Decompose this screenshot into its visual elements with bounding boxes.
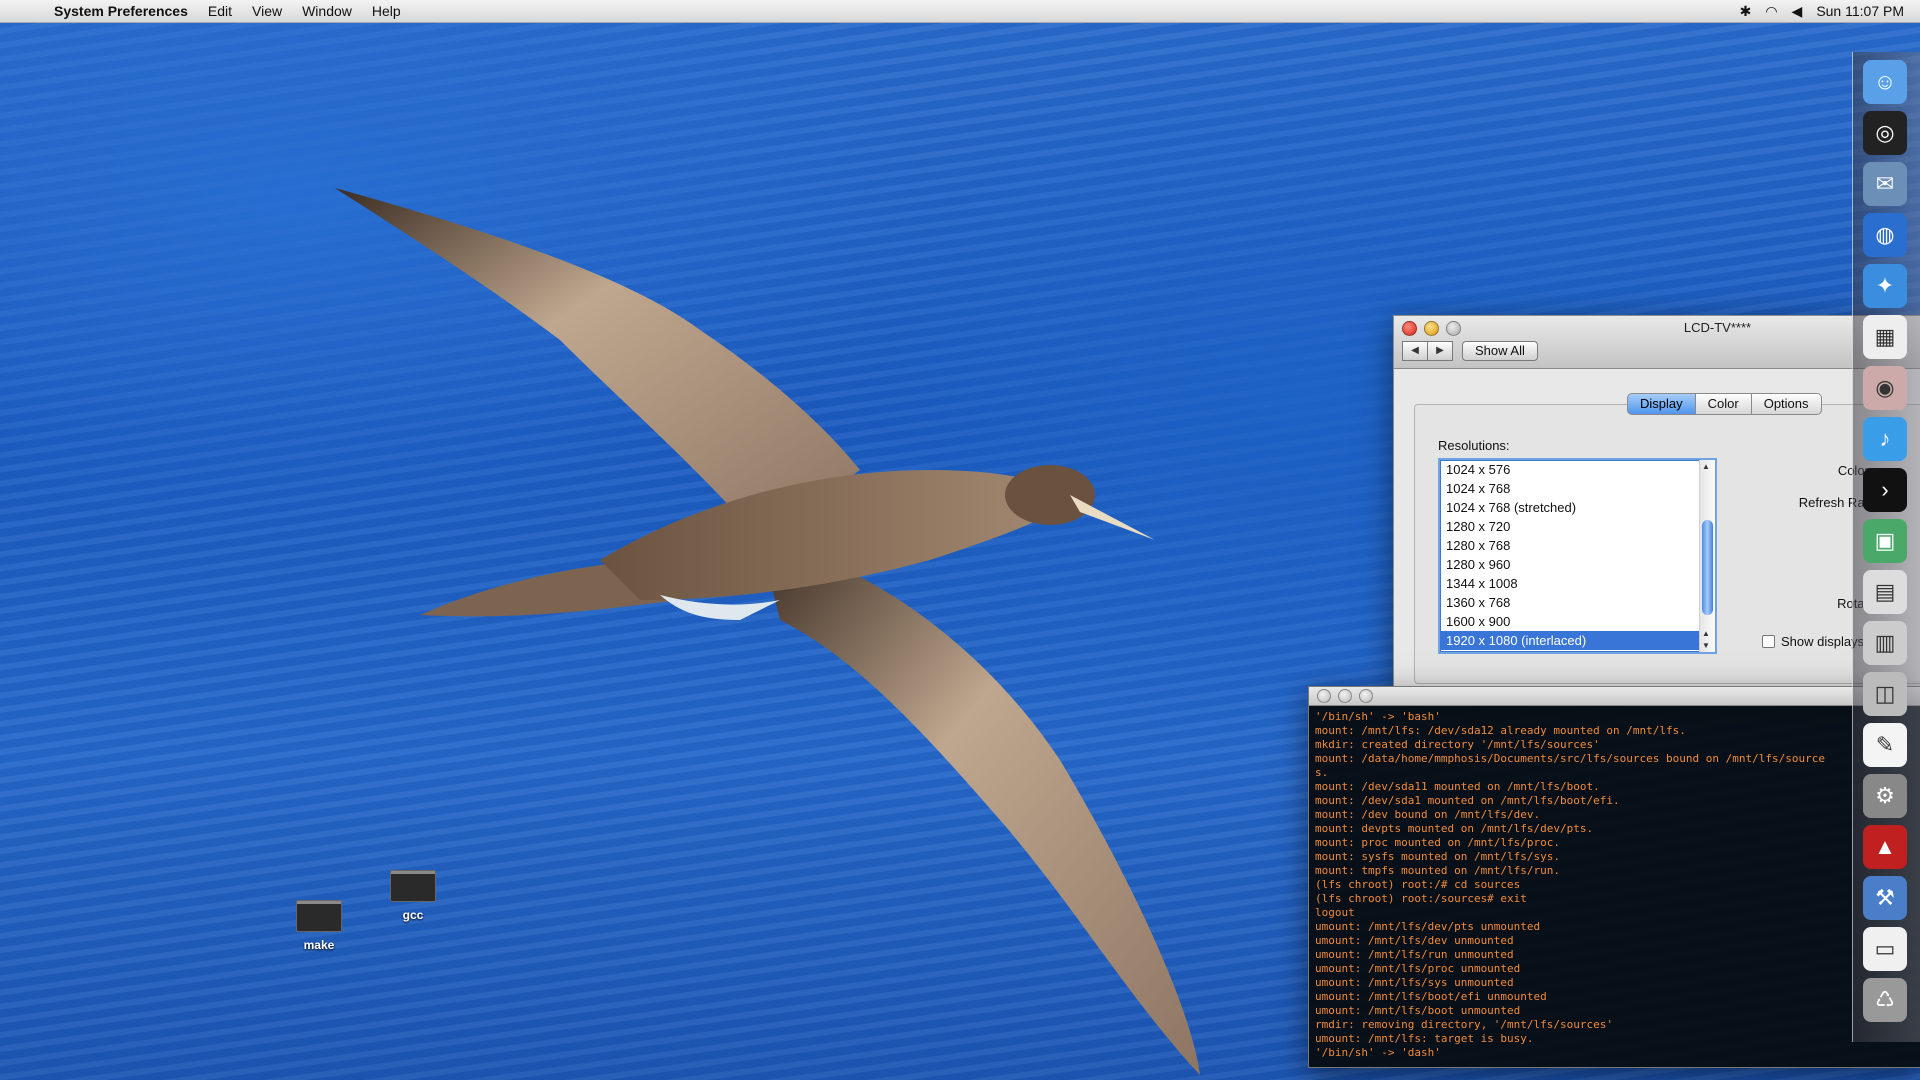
scroll-up-icon[interactable]: ▲ (1702, 629, 1710, 638)
terminal-line: umount: /mnt/lfs/boot/efi unmounted (1315, 990, 1547, 1003)
terminal-line: s. (1315, 766, 1329, 779)
back-arrow-icon[interactable]: ◀ (1402, 341, 1428, 361)
desktop-icon-make[interactable]: make (284, 900, 354, 952)
list-item[interactable]: 1344 x 1008 (1440, 574, 1715, 593)
terminal-line: '/bin/sh' -> 'dash' (1315, 1046, 1441, 1059)
desktop-icon-label: gcc (402, 908, 424, 922)
terminal-output[interactable]: '/bin/sh' -> 'bash' mount: /mnt/lfs: /dev… (1309, 706, 1920, 1066)
tab-color[interactable]: Color (1695, 393, 1752, 415)
terminal-line: logout (1315, 906, 1355, 919)
terminal-line: mount: /data/home/mmphosis/Documents/src… (1315, 752, 1825, 765)
list-item[interactable]: 1280 x 720 (1440, 517, 1715, 536)
trash-icon[interactable]: ♺ (1863, 978, 1907, 1022)
scrollbar-thumb[interactable] (1702, 520, 1713, 615)
resolutions-list[interactable]: 1024 x 576 1024 x 768 1024 x 768 (stretc… (1438, 458, 1717, 654)
menu-clock[interactable]: Sun 11:07 PM (1816, 3, 1904, 19)
terminal-line: rmdir: removing directory, '/mnt/lfs/sou… (1315, 1018, 1614, 1031)
resolutions-label: Resolutions: (1438, 438, 1510, 453)
terminal-line: (lfs chroot) root:/# cd sources (1315, 878, 1521, 891)
list-item-selected[interactable]: 1920 x 1080 (interlaced) (1440, 631, 1715, 650)
menu-bar: System Preferences Edit View Window Help… (0, 0, 1920, 23)
display-preferences-window: LCD-TV**** ◀ ▶ Show All Display Color Op… (1393, 315, 1920, 704)
tab-bar: Display Color Options (1627, 393, 1822, 415)
tab-options[interactable]: Options (1751, 393, 1822, 415)
printer-icon[interactable]: ▤ (1863, 570, 1907, 614)
wifi-icon[interactable]: ◠ (1765, 3, 1777, 20)
terminal-line: mount: /dev/sda1 mounted on /mnt/lfs/boo… (1315, 794, 1620, 807)
list-item[interactable]: 1024 x 576 (1440, 460, 1715, 479)
window-titlebar[interactable]: LCD-TV**** ◀ ▶ Show All (1394, 316, 1920, 369)
terminal-line: mount: tmpfs mounted on /mnt/lfs/run. (1315, 864, 1561, 877)
terminal-document-icon (296, 900, 342, 932)
terminal-line: mount: /mnt/lfs: /dev/sda12 already moun… (1315, 724, 1686, 737)
textedit-icon[interactable]: ✎ (1863, 723, 1907, 767)
desktop-icon-gcc[interactable]: gcc (378, 870, 448, 922)
list-item[interactable]: 1024 x 768 (1440, 479, 1715, 498)
menu-app-name[interactable]: System Preferences (54, 3, 188, 19)
mail-icon[interactable]: ✉ (1863, 162, 1907, 206)
list-item[interactable]: 1360 x 768 (1440, 593, 1715, 612)
show-displays-checkbox[interactable]: Show displays (1762, 634, 1864, 649)
menu-window[interactable]: Window (302, 3, 352, 19)
terminal-line: (lfs chroot) root:/sources# exit (1315, 892, 1527, 905)
terminal-line: '/bin/sh' -> 'bash' (1315, 710, 1441, 723)
tab-display[interactable]: Display (1627, 393, 1696, 415)
scroll-up-icon[interactable]: ▲ (1702, 462, 1710, 471)
list-item[interactable]: 1280 x 768 (1440, 536, 1715, 555)
terminal-line: umount: /mnt/lfs/dev unmounted (1315, 934, 1514, 947)
xcode-icon[interactable]: ⚒ (1863, 876, 1907, 920)
terminal-window[interactable]: '/bin/sh' -> 'bash' mount: /mnt/lfs: /dev… (1308, 686, 1920, 1068)
terminal-line: umount: /mnt/lfs/dev/pts unmounted (1315, 920, 1541, 933)
terminal-document-icon (390, 870, 436, 902)
dock: ☺ ◎ ✉ ◍ ✦ ▦ ◉ ♪ › ▣ ▤ ▥ ◫ ✎ ⚙ ▲ ⚒ ▭ ♺ (1852, 52, 1920, 1042)
list-item[interactable]: 1600 x 900 (1440, 612, 1715, 631)
desktop-icon-label: make (303, 938, 335, 952)
checkbox-box[interactable] (1762, 635, 1775, 648)
browser-globe-icon[interactable]: ◍ (1863, 213, 1907, 257)
list-item[interactable]: 1280 x 960 (1440, 555, 1715, 574)
terminal-line: mount: proc mounted on /mnt/lfs/proc. (1315, 836, 1561, 849)
forward-arrow-icon[interactable]: ▶ (1428, 341, 1453, 361)
terminal-line: mount: devpts mounted on /mnt/lfs/dev/pt… (1315, 822, 1594, 835)
terminal-line: umount: /mnt/lfs/boot unmounted (1315, 1004, 1521, 1017)
calendar-icon[interactable]: ▦ (1863, 315, 1907, 359)
terminal-titlebar[interactable] (1309, 687, 1920, 706)
terminal-line: umount: /mnt/lfs/sys unmounted (1315, 976, 1514, 989)
preview-icon[interactable]: ▣ (1863, 519, 1907, 563)
menu-help[interactable]: Help (372, 3, 401, 19)
chair-icon[interactable]: ▲ (1863, 825, 1907, 869)
volume-icon[interactable]: ◀ (1792, 3, 1803, 20)
menu-edit[interactable]: Edit (208, 3, 232, 19)
photo-booth-icon[interactable]: ◉ (1863, 366, 1907, 410)
show-all-button[interactable]: Show All (1462, 341, 1538, 361)
terminal-line: mount: /dev/sda11 mounted on /mnt/lfs/bo… (1315, 780, 1600, 793)
terminal-line: mkdir: created directory '/mnt/lfs/sourc… (1315, 738, 1600, 751)
system-preferences-icon[interactable]: ⚙ (1863, 774, 1907, 818)
terminal-icon[interactable]: › (1863, 468, 1907, 512)
dashboard-icon[interactable]: ◎ (1863, 111, 1907, 155)
camera-icon[interactable]: ◫ (1863, 672, 1907, 716)
terminal-line: mount: sysfs mounted on /mnt/lfs/sys. (1315, 850, 1561, 863)
document-icon[interactable]: ▭ (1863, 927, 1907, 971)
bluetooth-icon[interactable]: ✱ (1740, 3, 1752, 20)
list-scrollbar[interactable]: ▲ ▲ ▼ (1699, 460, 1715, 652)
terminal-line: umount: /mnt/lfs/run unmounted (1315, 948, 1514, 961)
terminal-line: umount: /mnt/lfs: target is busy. (1315, 1032, 1534, 1045)
zoom-icon[interactable] (1359, 689, 1373, 703)
scroll-down-icon[interactable]: ▼ (1702, 641, 1710, 650)
finder-icon[interactable]: ☺ (1863, 60, 1907, 104)
list-item[interactable]: 1024 x 768 (stretched) (1440, 498, 1715, 517)
terminal-line: mount: /dev bound on /mnt/lfs/dev. (1315, 808, 1541, 821)
window-title: LCD-TV**** (1683, 320, 1752, 335)
menu-view[interactable]: View (252, 3, 282, 19)
terminal-line: umount: /mnt/lfs/proc unmounted (1315, 962, 1521, 975)
minimize-icon[interactable] (1338, 689, 1352, 703)
scanner-icon[interactable]: ▥ (1863, 621, 1907, 665)
close-icon[interactable] (1317, 689, 1331, 703)
itunes-icon[interactable]: ♪ (1863, 417, 1907, 461)
safari-icon[interactable]: ✦ (1863, 264, 1907, 308)
